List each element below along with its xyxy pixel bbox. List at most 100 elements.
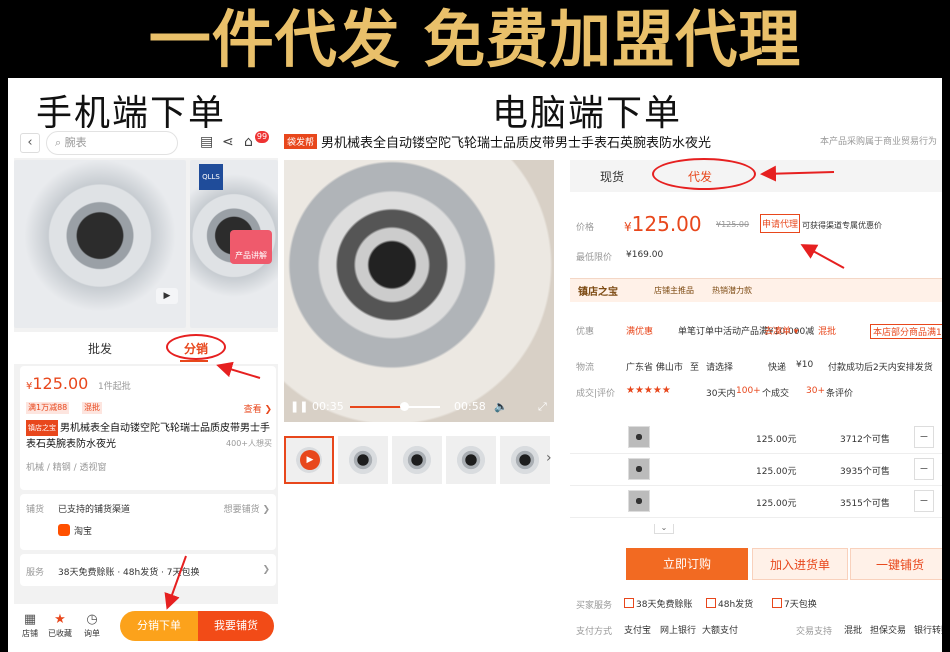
sku-stock: 3712个可售 [840, 435, 890, 445]
play-icon: ▶ [300, 450, 320, 470]
coupon-tag[interactable]: 满1万减88 [26, 402, 70, 414]
sku-image[interactable] [628, 426, 650, 448]
service-row[interactable]: 服务 38天免费赊账 · 48h发货 · 7天包换 ❯ [20, 554, 276, 586]
sku-image[interactable] [628, 458, 650, 480]
back-icon[interactable]: ‹ [20, 133, 40, 153]
mobile-product-info: ¥125.00 1件起批 满1万减88 混批 查看 ❯ 镇店之宝 男机械表全自动镂… [20, 366, 276, 490]
price-area: 价格 ¥125.00 ¥125.00 申请代理 可获得渠道专属优惠价 最低限价 … [570, 198, 942, 274]
treasure-b: 热销潜力款 [712, 286, 752, 295]
video-icon[interactable]: ▶ [156, 288, 178, 304]
discount-row: 优惠 满优惠 单笔订单中活动产品满¥10,000减 去凑单 ▾ 混批 本店部分商… [570, 316, 942, 344]
store-tag: 镇店之宝 [26, 420, 58, 436]
volume-icon[interactable]: 🔈 [494, 400, 508, 413]
desktop-price: ¥125.00 [624, 212, 702, 236]
search-input[interactable]: ⌕ 腕表 [46, 131, 178, 155]
highlight-circle [652, 158, 756, 190]
minus-button[interactable]: − [914, 458, 934, 480]
tab-wholesale[interactable]: 批发 [88, 340, 112, 357]
thumbnail[interactable] [446, 436, 496, 484]
desktop-tabs: 现货 代发 [570, 160, 942, 192]
minus-button[interactable]: − [914, 426, 934, 448]
mobile-tabs: 批发 分销 [14, 332, 278, 364]
logistics-label: 物流 [576, 363, 595, 373]
tab-underline [180, 360, 208, 362]
pay-b: 网上银行 [660, 626, 697, 636]
sku-image[interactable] [628, 490, 650, 512]
mobile-bottom-bar: ▦ 店铺 ★ 已收藏 ◷ 询单 分销下单 我要铺货 [14, 604, 278, 652]
brand-logo: QLLS [199, 164, 223, 190]
service-icon [624, 598, 634, 608]
pay-label: 支付方式 [576, 627, 613, 637]
view-more-link[interactable]: 查看 ❯ [244, 402, 272, 415]
order-now-button[interactable]: 立即订购 [626, 548, 748, 580]
distribution-order-button[interactable]: 分销下单 [120, 611, 198, 641]
sku-price: 125.00元 [756, 467, 797, 477]
gather-order-link[interactable]: 去凑单 ▾ [764, 324, 798, 337]
thumbnail[interactable]: ▶ [284, 436, 334, 484]
shop-more[interactable]: 想要铺货 ❯ [224, 502, 270, 515]
thumbnail[interactable] [338, 436, 388, 484]
product-attrs: 机械 / 精钢 / 透视窗 [26, 463, 107, 473]
video-current-time: 00:35 [312, 400, 344, 413]
sku-stock: 3515个可售 [840, 499, 890, 509]
taobao-icon [58, 524, 70, 536]
chevron-right-icon: ❯ [262, 565, 270, 575]
review-count: 30+ [806, 386, 825, 396]
pay-c: 大额支付 [702, 626, 739, 636]
video-controls: ❚❚ 00:35 00:58 🔈 ⤢ [284, 392, 554, 422]
shop-label: 铺货 [26, 505, 45, 515]
shop-channel-row[interactable]: 铺货 已支持的铺货渠道 想要铺货 ❯ 淘宝 [20, 494, 276, 550]
pause-icon[interactable]: ❚❚ [290, 400, 308, 413]
store-button[interactable]: ▦ 店铺 [16, 612, 44, 639]
share-icon[interactable]: ⋖ [222, 134, 234, 150]
trade-support-label: 交易支持 [796, 627, 833, 637]
sku-row: 125.00元 3935个可售 − [570, 454, 942, 486]
product-explain-button[interactable]: 产品讲解 [230, 230, 272, 264]
apply-note: 可获得渠道专属优惠价 [802, 221, 882, 230]
video-scrubber[interactable] [400, 402, 409, 411]
thumbnail-strip: ▶ › [284, 436, 554, 486]
highlight-circle [166, 334, 226, 360]
pay-f: 银行转账 [914, 626, 942, 636]
sku-row: 125.00元 3515个可售 − [570, 486, 942, 518]
favorite-button[interactable]: ★ 已收藏 [46, 612, 74, 639]
treasure-a: 店铺主推品 [654, 286, 694, 295]
one-click-shop-button[interactable]: 一键铺货 [850, 548, 942, 580]
reviews-row: 成交|评价 ★★★★★ 30天内 100+ 个成交 30+ 条评价 [570, 380, 942, 404]
min-price-label: 最低限价 [576, 253, 613, 263]
list-icon[interactable]: ▤ [200, 134, 213, 150]
product-images: ▶ QLLS 产品讲解 [14, 160, 278, 328]
store-icon: ▦ [23, 612, 37, 627]
min-price: ¥169.00 [626, 250, 664, 260]
thumbnail[interactable] [500, 436, 550, 484]
fullscreen-icon[interactable]: ⤢ [538, 400, 547, 414]
thumbnail[interactable] [392, 436, 442, 484]
destination-select[interactable]: 请选择 [706, 360, 733, 373]
desktop-product-title: 袋发帮 男机械表全自动镂空陀飞轮瑞士品质皮带男士手表石英腕表防水夜光 [284, 132, 711, 151]
minus-button[interactable]: − [914, 490, 934, 512]
star-icon: ★ [54, 612, 66, 627]
deals-count: 100+ [736, 386, 761, 396]
min-order: 1件起批 [98, 382, 131, 392]
review-post: 条评价 [826, 389, 854, 399]
service-c: 7天包换 [772, 597, 817, 610]
original-price: ¥125.00 [716, 220, 750, 229]
add-to-cart-button[interactable]: 加入进货单 [752, 548, 848, 580]
search-placeholder: 腕表 [64, 136, 87, 149]
services-label: 买家服务 [576, 601, 613, 611]
cart-icon[interactable]: ⌂ [244, 134, 253, 150]
sku-row: 125.00元 3712个可售 − [570, 422, 942, 454]
deals-post: 个成交 [762, 389, 790, 399]
service-text: 38天免费赊账 · 48h发货 · 7天包换 [58, 568, 200, 578]
shop-goods-button[interactable]: 我要铺货 [198, 611, 274, 641]
pay-a: 支付宝 [624, 626, 652, 636]
desktop-main-image[interactable] [284, 160, 554, 422]
chevron-right-icon[interactable]: › [546, 450, 552, 466]
chevron-down-icon[interactable]: ⌄ [654, 524, 674, 534]
tab-in-stock[interactable]: 现货 [600, 168, 624, 185]
pay-e: 担保交易 [870, 626, 907, 636]
service-icon [772, 598, 782, 608]
apply-agent-link[interactable]: 申请代理 [760, 214, 801, 233]
inquiry-button[interactable]: ◷ 询单 [78, 612, 106, 639]
product-explain-label: 产品讲解 [235, 251, 267, 260]
